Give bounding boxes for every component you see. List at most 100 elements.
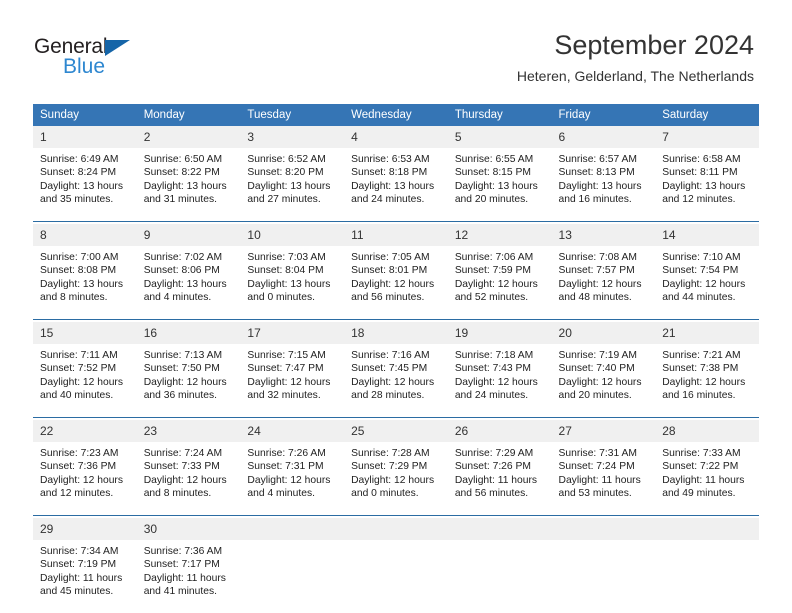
day-daylight-text: and 8 minutes.	[40, 292, 108, 304]
day-daylight-text: Daylight: 12 hours	[454, 278, 538, 290]
day-daylight-text: Daylight: 12 hours	[558, 278, 642, 290]
day-daylight-text: and 12 minutes.	[662, 194, 736, 206]
day-daylight-text: and 32 minutes.	[247, 390, 321, 402]
day-number[interactable]: 22	[33, 420, 137, 442]
day-sunrise-text: Sunrise: 7:16 AM	[351, 350, 430, 361]
day-number[interactable]: 1	[33, 126, 137, 148]
day-daylight-text: and 4 minutes.	[247, 488, 315, 500]
day-daylight-text: and 20 minutes.	[454, 194, 529, 206]
day-number[interactable]: 15	[33, 322, 137, 344]
day-sunrise-text: Sunrise: 6:49 AM	[40, 154, 119, 165]
day-sunset-text: Sunset: 7:33 PM	[143, 461, 220, 473]
day-sunset-text: Sunset: 7:31 PM	[247, 461, 324, 473]
general-blue-logo: General Blue	[34, 36, 214, 86]
day-sunrise-text: Sunrise: 7:36 AM	[143, 546, 223, 557]
day-cell: Sunrise: 7:18 AM Sunset: 7:43 PM Daylight:…	[448, 344, 552, 418]
day-number[interactable]: 29	[33, 518, 137, 540]
day-daylight-text: Daylight: 13 hours	[662, 180, 746, 192]
day-daylight-text: Daylight: 12 hours	[351, 278, 435, 290]
day-number[interactable]: 16	[136, 322, 241, 344]
day-number[interactable]: 20	[551, 322, 656, 344]
day-number[interactable]: 27	[551, 420, 656, 442]
day-sunset-text: Sunset: 7:26 PM	[454, 461, 531, 473]
day-number[interactable]: 3	[240, 126, 345, 148]
day-cell-empty	[655, 540, 759, 613]
day-number[interactable]: 2	[136, 126, 241, 148]
day-cell: Sunrise: 7:33 AM Sunset: 7:22 PM Daylight:…	[655, 442, 759, 516]
day-number[interactable]: 21	[655, 322, 759, 344]
day-sunset-text: Sunset: 8:04 PM	[247, 265, 324, 277]
day-daylight-text: Daylight: 13 hours	[143, 278, 227, 290]
logo-text-blue: Blue	[63, 55, 106, 78]
day-number[interactable]: 24	[240, 420, 345, 442]
day-number[interactable]: 4	[344, 126, 448, 148]
day-number[interactable]: 25	[344, 420, 448, 442]
day-sunrise-text: Sunrise: 7:10 AM	[662, 252, 741, 263]
day-daylight-text: and 16 minutes.	[662, 390, 736, 402]
day-number[interactable]: 7	[655, 126, 759, 148]
day-cell: Sunrise: 7:03 AM Sunset: 8:04 PM Daylight:…	[240, 246, 344, 320]
day-cell: Sunrise: 6:52 AM Sunset: 8:20 PM Daylight:…	[240, 148, 344, 222]
day-sunrise-text: Sunrise: 7:31 AM	[558, 448, 637, 459]
day-sunrise-text: Sunrise: 7:00 AM	[40, 252, 119, 263]
day-sunset-text: Sunset: 8:20 PM	[247, 167, 324, 179]
day-number-empty	[344, 518, 448, 540]
day-number[interactable]: 26	[447, 420, 552, 442]
day-cell-empty	[240, 540, 344, 613]
day-number[interactable]: 18	[344, 322, 448, 344]
title-block: September 2024 Heteren, Gelderland, The …	[517, 28, 754, 86]
day-number[interactable]: 10	[240, 224, 345, 246]
day-number[interactable]: 30	[136, 518, 241, 540]
day-sunrise-text: Sunrise: 7:23 AM	[40, 448, 119, 459]
day-number[interactable]: 23	[136, 420, 241, 442]
calendar-table: Sunday Monday Tuesday Wednesday Thursday…	[33, 104, 759, 613]
day-daylight-text: Daylight: 12 hours	[143, 376, 227, 388]
day-sunrise-text: Sunrise: 7:34 AM	[40, 546, 119, 557]
day-cell: Sunrise: 7:06 AM Sunset: 7:59 PM Daylight:…	[448, 246, 552, 320]
day-cell: Sunrise: 7:10 AM Sunset: 7:54 PM Daylight:…	[655, 246, 759, 320]
day-number[interactable]: 28	[655, 420, 759, 442]
day-number[interactable]: 6	[551, 126, 656, 148]
day-info-row: Sunrise: 6:49 AM Sunset: 8:24 PM Daylight:…	[33, 148, 759, 222]
day-daylight-text: Daylight: 12 hours	[143, 474, 227, 486]
day-number-row: 22 23 24 25 26 27 28	[33, 420, 759, 442]
day-number[interactable]: 12	[447, 224, 552, 246]
day-sunset-text: Sunset: 8:24 PM	[40, 167, 117, 179]
day-number-row: 1234567	[33, 126, 759, 148]
day-daylight-text: and 45 minutes.	[40, 586, 114, 598]
day-daylight-text: and 56 minutes.	[454, 488, 529, 500]
day-daylight-text: and 35 minutes.	[40, 194, 114, 206]
day-cell: Sunrise: 6:58 AM Sunset: 8:11 PM Daylight:…	[655, 148, 759, 222]
day-number[interactable]: 13	[551, 224, 656, 246]
day-number-empty	[240, 518, 345, 540]
day-number[interactable]: 5	[447, 126, 552, 148]
day-daylight-text: Daylight: 11 hours	[662, 474, 745, 486]
day-number[interactable]: 9	[136, 224, 241, 246]
logo-triangle-icon	[105, 40, 130, 56]
day-number-empty	[655, 518, 759, 540]
day-sunrise-text: Sunrise: 7:11 AM	[40, 350, 118, 361]
day-cell: Sunrise: 7:16 AM Sunset: 7:45 PM Daylight:…	[344, 344, 448, 418]
day-sunset-text: Sunset: 8:01 PM	[351, 265, 428, 277]
day-daylight-text: Daylight: 12 hours	[40, 376, 123, 388]
day-number-empty	[447, 518, 552, 540]
day-sunrise-text: Sunrise: 7:03 AM	[247, 252, 326, 263]
day-sunrise-text: Sunrise: 7:33 AM	[662, 448, 741, 459]
day-cell: Sunrise: 6:49 AM Sunset: 8:24 PM Daylight:…	[33, 148, 137, 222]
day-daylight-text: and 40 minutes.	[40, 390, 114, 402]
calendar-page: General Blue September 2024 Heteren, Gel…	[0, 0, 792, 612]
day-daylight-text: and 16 minutes.	[558, 194, 632, 206]
day-cell-empty	[344, 540, 448, 613]
day-number[interactable]: 8	[33, 224, 137, 246]
day-cell: Sunrise: 7:36 AM Sunset: 7:17 PM Daylight:…	[137, 540, 241, 613]
day-number[interactable]: 11	[344, 224, 448, 246]
day-number[interactable]: 17	[240, 322, 345, 344]
day-daylight-text: Daylight: 12 hours	[247, 474, 331, 486]
day-sunset-text: Sunset: 7:17 PM	[143, 559, 220, 571]
day-number[interactable]: 14	[655, 224, 759, 246]
weekday-header-wednesday: Wednesday	[344, 104, 448, 126]
day-sunset-text: Sunset: 7:29 PM	[351, 461, 428, 473]
day-number[interactable]: 19	[447, 322, 552, 344]
day-daylight-text: Daylight: 11 hours	[143, 572, 226, 584]
day-sunrise-text: Sunrise: 7:29 AM	[454, 448, 534, 459]
